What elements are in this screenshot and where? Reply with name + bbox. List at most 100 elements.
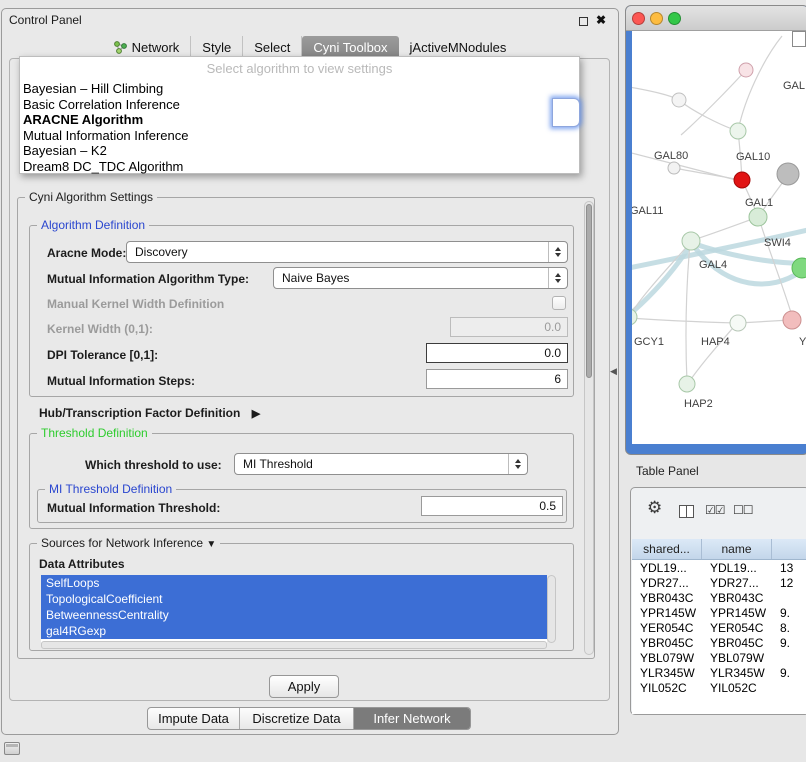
network-edge-thick[interactable] bbox=[632, 246, 690, 314]
attribute-item[interactable]: BetweennessCentrality bbox=[41, 607, 547, 623]
control-panel-window: Control Panel ✖ Network Style Select Cyn… bbox=[1, 8, 619, 735]
algorithm-option[interactable]: ARACNE Algorithm bbox=[20, 112, 579, 128]
algorithm-option[interactable]: Bayesian – Hill Climbing bbox=[20, 81, 579, 97]
zoom-traffic-button[interactable] bbox=[668, 12, 681, 25]
node-label: GAL10 bbox=[736, 151, 770, 163]
table-cell: YPR145W bbox=[632, 606, 702, 620]
mi-algorithm-type-select[interactable]: Naive Bayes bbox=[273, 267, 568, 289]
split-pane-collapse-arrow[interactable]: ◀ bbox=[610, 366, 617, 377]
select-all-icon[interactable]: ☑☑ bbox=[705, 503, 725, 517]
network-node[interactable] bbox=[668, 162, 680, 174]
algorithm-option[interactable]: Mutual Information Inference bbox=[20, 128, 579, 144]
attributes-horizontal-scrollbar[interactable] bbox=[41, 641, 547, 649]
collapse-arrow-icon[interactable]: ▼ bbox=[206, 539, 216, 550]
network-edge[interactable] bbox=[689, 322, 738, 382]
aracne-mode-select[interactable]: Discovery bbox=[126, 241, 568, 263]
attribute-item[interactable]: TopologicalCoefficient bbox=[41, 591, 547, 607]
hub-section-toggle[interactable]: Hub/Transcription Factor Definition ▶ bbox=[39, 406, 260, 420]
table-row[interactable]: YLR345WYLR345W9. bbox=[632, 665, 806, 680]
network-canvas[interactable]: GALGAL80GAL10GAL11GAL1SWI4GAL4GCY1HAP4YH… bbox=[632, 31, 806, 444]
settings-scrollbar-thumb[interactable] bbox=[586, 204, 592, 378]
algorithm-option[interactable]: Dream8 DC_TDC Algorithm bbox=[20, 159, 579, 175]
column-header[interactable]: shared... bbox=[632, 539, 702, 559]
node-label: HAP4 bbox=[701, 336, 730, 348]
mi-threshold-label: Mutual Information Threshold: bbox=[47, 501, 220, 515]
network-node[interactable] bbox=[783, 311, 801, 329]
table-row[interactable]: YDL19...YDL19...13 bbox=[632, 560, 806, 575]
table-cell: YPR145W bbox=[702, 606, 772, 620]
columns-icon[interactable] bbox=[679, 505, 694, 518]
network-edge[interactable] bbox=[686, 243, 690, 382]
attributes-vertical-scrollbar[interactable] bbox=[547, 575, 556, 643]
kernel-width-field[interactable]: 0.0 bbox=[450, 317, 568, 337]
kernel-width-label: Kernel Width (0,1): bbox=[47, 322, 153, 336]
apply-button[interactable]: Apply bbox=[269, 675, 339, 698]
network-node[interactable] bbox=[749, 208, 767, 226]
tab-discretize-data[interactable]: Discretize Data bbox=[240, 708, 354, 729]
mi-algorithm-type-value: Naive Bayes bbox=[274, 271, 548, 285]
table-row[interactable]: YDR27...YDR27...12 bbox=[632, 575, 806, 590]
table-cell: YBR045C bbox=[702, 636, 772, 650]
network-edge[interactable] bbox=[738, 36, 782, 131]
algorithm-definition-legend: Algorithm Definition bbox=[37, 218, 149, 232]
attribute-item[interactable]: gal4RGexp bbox=[41, 623, 547, 639]
table-cell: YDL19... bbox=[632, 561, 702, 575]
table-cell: 12 bbox=[772, 576, 806, 590]
tab-infer-network[interactable]: Infer Network bbox=[354, 708, 470, 729]
sources-legend[interactable]: Sources for Network Inference ▼ bbox=[37, 536, 220, 550]
node-table: shared...name YDL19...YDL19...13YDR27...… bbox=[632, 539, 806, 714]
algorithm-option[interactable]: Bayesian – K2 bbox=[20, 143, 579, 159]
column-header[interactable]: name bbox=[702, 539, 772, 559]
collapsed-panel-icon[interactable] bbox=[4, 742, 20, 755]
network-node[interactable] bbox=[672, 93, 686, 107]
table-cell: YLR345W bbox=[702, 666, 772, 680]
gear-icon[interactable]: ⚙ bbox=[647, 498, 662, 518]
data-attributes-list[interactable]: SelfLoopsTopologicalCoefficientBetweenne… bbox=[41, 575, 547, 643]
network-node[interactable] bbox=[682, 232, 700, 250]
table-row[interactable]: YPR145WYPR145W9. bbox=[632, 605, 806, 620]
network-node[interactable] bbox=[679, 376, 695, 392]
which-threshold-select[interactable]: MI Threshold bbox=[234, 453, 528, 475]
attribute-item[interactable]: SelfLoops bbox=[41, 575, 547, 591]
table-row[interactable]: YBR045CYBR045C9. bbox=[632, 635, 806, 650]
table-row[interactable]: YER054CYER054C8. bbox=[632, 620, 806, 635]
network-tab-icon bbox=[114, 41, 127, 54]
algorithm-select-combo[interactable] bbox=[552, 98, 580, 127]
mi-algorithm-type-label: Mutual Information Algorithm Type: bbox=[47, 272, 249, 286]
mi-threshold-field[interactable]: 0.5 bbox=[421, 496, 563, 516]
minimize-traffic-button[interactable] bbox=[650, 12, 663, 25]
network-edge[interactable] bbox=[693, 217, 758, 240]
table-row[interactable]: YIL052CYIL052C bbox=[632, 680, 806, 695]
network-node[interactable] bbox=[777, 163, 799, 185]
network-edge[interactable] bbox=[632, 318, 736, 323]
aracne-mode-label: Aracne Mode: bbox=[47, 246, 126, 260]
network-node[interactable] bbox=[734, 172, 750, 188]
network-node[interactable] bbox=[730, 123, 746, 139]
dpi-tolerance-field[interactable]: 0.0 bbox=[426, 343, 568, 363]
network-edge[interactable] bbox=[679, 100, 738, 131]
settings-scrollbar[interactable] bbox=[584, 201, 594, 655]
table-cell: YDR27... bbox=[632, 576, 702, 590]
tab-label: jActiveMNodules bbox=[410, 40, 507, 55]
table-row[interactable]: YBL079WYBL079W bbox=[632, 650, 806, 665]
column-header[interactable] bbox=[772, 539, 806, 559]
node-label: GAL11 bbox=[632, 205, 663, 217]
tab-impute-data[interactable]: Impute Data bbox=[148, 708, 240, 729]
mi-steps-field[interactable]: 6 bbox=[426, 369, 568, 389]
stepper-icon bbox=[508, 454, 527, 474]
bottom-tab-bar: Impute Data Discretize Data Infer Networ… bbox=[147, 707, 471, 730]
deselect-all-icon[interactable]: ☐☐ bbox=[733, 503, 753, 517]
network-node[interactable] bbox=[730, 315, 746, 331]
close-icon[interactable]: ✖ bbox=[596, 13, 606, 27]
expand-arrow-icon[interactable]: ▶ bbox=[252, 408, 260, 420]
network-node[interactable] bbox=[739, 63, 753, 77]
close-traffic-button[interactable] bbox=[632, 12, 645, 25]
node-label: GAL1 bbox=[745, 197, 773, 209]
network-edge[interactable] bbox=[739, 320, 790, 323]
manual-kernel-width-checkbox[interactable] bbox=[552, 296, 566, 310]
table-row[interactable]: YBR043CYBR043C bbox=[632, 590, 806, 605]
birdseye-toggle[interactable] bbox=[792, 31, 806, 47]
network-window-titlebar[interactable] bbox=[626, 6, 806, 31]
float-window-icon[interactable] bbox=[579, 17, 588, 26]
algorithm-option[interactable]: Basic Correlation Inference bbox=[20, 97, 579, 113]
